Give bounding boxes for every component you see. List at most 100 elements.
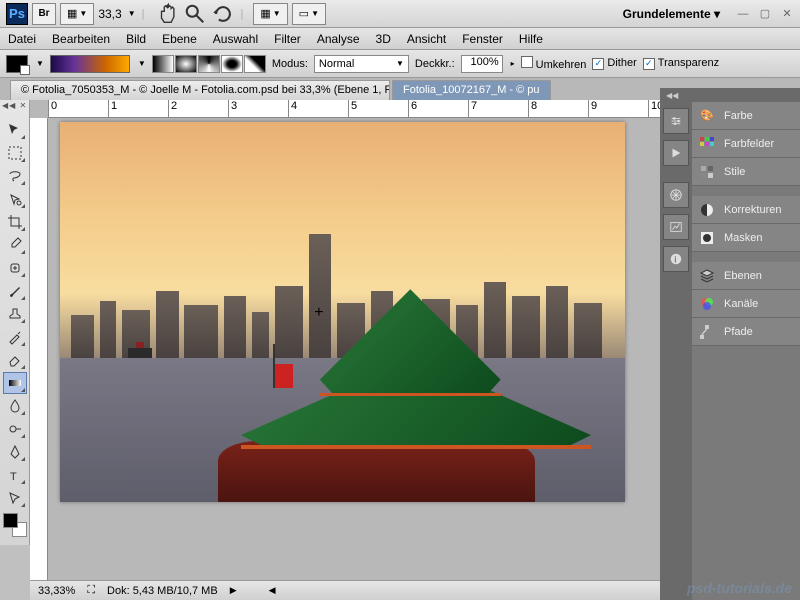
crosshair-cursor-icon: + — [314, 304, 323, 322]
reflected-gradient-button[interactable] — [221, 55, 243, 73]
ps-logo-icon: Ps — [6, 3, 28, 25]
masks-icon — [698, 229, 716, 247]
svg-text:T: T — [10, 471, 17, 483]
scroll-left-icon[interactable]: ◀ — [269, 585, 276, 596]
status-zoom[interactable]: 33,33% — [38, 585, 75, 597]
color-picker[interactable] — [3, 513, 27, 537]
menu-filter[interactable]: Filter — [274, 32, 301, 46]
toolbox: T — [0, 100, 30, 545]
zoom-tool-shortcut[interactable] — [184, 3, 206, 25]
zoom-level[interactable]: 33,3 — [98, 7, 121, 21]
radial-gradient-button[interactable] — [175, 55, 197, 73]
chevron-down-icon[interactable]: ▼ — [128, 9, 136, 18]
svg-text:i: i — [674, 255, 676, 266]
path-select-tool[interactable] — [3, 487, 27, 509]
panel-farbe[interactable]: 🎨Farbe — [692, 102, 800, 130]
panel-stile[interactable]: Stile — [692, 158, 800, 186]
menu-ansicht[interactable]: Ansicht — [407, 32, 446, 46]
navigator-shortcut-icon[interactable] — [663, 182, 689, 208]
adjustments-shortcut-icon[interactable] — [663, 108, 689, 134]
menu-3d[interactable]: 3D — [376, 32, 391, 46]
menu-bild[interactable]: Bild — [126, 32, 146, 46]
channels-icon — [698, 295, 716, 313]
bridge-button[interactable]: Br — [32, 3, 56, 25]
ruler-horizontal[interactable]: 01234567891011121314 — [48, 100, 660, 118]
palette-icon: 🎨 — [698, 107, 716, 125]
workspace-switcher[interactable]: Grundelemente ▾ — [615, 4, 728, 24]
fullscreen-icon[interactable]: ⛶ — [87, 584, 95, 597]
lasso-tool[interactable] — [3, 165, 27, 187]
move-tool[interactable] — [3, 119, 27, 141]
panel-ebenen[interactable]: Ebenen — [692, 262, 800, 290]
arrange-documents-button[interactable]: ▦ ▼ — [253, 3, 287, 25]
close-icon[interactable]: ✕ — [780, 7, 794, 21]
document-canvas[interactable]: + — [60, 122, 625, 502]
gradient-preview[interactable] — [50, 55, 130, 73]
transparency-checkbox[interactable]: ✓Transparenz — [643, 57, 719, 70]
eraser-tool[interactable] — [3, 349, 27, 371]
panel-pfade[interactable]: Pfade — [692, 318, 800, 346]
menu-bearbeiten[interactable]: Bearbeiten — [52, 32, 110, 46]
panel-list: 🎨Farbe Farbfelder Stile Korrekturen Mask… — [692, 102, 800, 346]
eyedropper-tool[interactable] — [3, 234, 27, 256]
linear-gradient-button[interactable] — [152, 55, 174, 73]
angle-gradient-button[interactable] — [198, 55, 220, 73]
gradient-type-group — [152, 55, 266, 73]
opacity-input[interactable]: 100% — [461, 55, 503, 73]
opacity-label: Deckkr.: — [415, 58, 455, 70]
rotate-view-shortcut[interactable] — [212, 3, 234, 25]
history-brush-tool[interactable] — [3, 326, 27, 348]
type-tool[interactable]: T — [3, 464, 27, 486]
adjustments-icon — [698, 201, 716, 219]
pen-tool[interactable] — [3, 441, 27, 463]
mode-label: Modus: — [272, 58, 308, 70]
collapse-icon[interactable]: ◀◀ — [666, 91, 678, 100]
document-tab-active[interactable]: © Fotolia_7050353_M - © Joelle M - Fotol… — [10, 80, 390, 100]
menu-auswahl[interactable]: Auswahl — [213, 32, 258, 46]
blend-mode-select[interactable]: Normal▼ — [314, 55, 409, 73]
menu-analyse[interactable]: Analyse — [317, 32, 360, 46]
brush-tool[interactable] — [3, 280, 27, 302]
options-bar: ▼ ▼ Modus: Normal▼ Deckkr.: 100%▸ Umkehr… — [0, 50, 800, 78]
panel-masken[interactable]: Masken — [692, 224, 800, 252]
hand-tool-shortcut[interactable] — [156, 3, 178, 25]
panel-kanaele[interactable]: Kanäle — [692, 290, 800, 318]
document-tab[interactable]: Fotolia_10072167_M - © pu — [392, 80, 551, 100]
quick-select-tool[interactable] — [3, 188, 27, 210]
menu-fenster[interactable]: Fenster — [462, 32, 503, 46]
status-doc-size[interactable]: Dok: 5,43 MB/10,7 MB — [107, 585, 218, 597]
titlebar: Ps Br ▦ ▼ 33,3▼ | | ▦ ▼ ▭ ▼ Grundelement… — [0, 0, 800, 28]
status-bar: 33,33% ⛶ Dok: 5,43 MB/10,7 MB ▶ ◀ — [30, 580, 660, 600]
panel-icon-column: i — [660, 102, 692, 600]
chevron-right-icon[interactable]: ▶ — [230, 585, 237, 596]
panel-korrekturen[interactable]: Korrekturen — [692, 196, 800, 224]
view-extras-button[interactable]: ▦ ▼ — [60, 3, 94, 25]
reverse-checkbox[interactable]: Umkehren — [521, 56, 587, 71]
screen-mode-button[interactable]: ▭ ▼ — [292, 3, 326, 25]
ruler-vertical[interactable] — [30, 118, 48, 580]
diamond-gradient-button[interactable] — [244, 55, 266, 73]
canvas-workspace: 01234567891011121314 — [30, 100, 660, 580]
marquee-tool[interactable] — [3, 142, 27, 164]
gradient-tool[interactable] — [3, 372, 27, 394]
menu-ebene[interactable]: Ebene — [162, 32, 197, 46]
panel-farbfelder[interactable]: Farbfelder — [692, 130, 800, 158]
histogram-shortcut-icon[interactable] — [663, 214, 689, 240]
menu-datei[interactable]: Datei — [8, 32, 36, 46]
crop-tool[interactable] — [3, 211, 27, 233]
menu-hilfe[interactable]: Hilfe — [519, 32, 543, 46]
stamp-tool[interactable] — [3, 303, 27, 325]
dodge-tool[interactable] — [3, 418, 27, 440]
actions-shortcut-icon[interactable] — [663, 140, 689, 166]
maximize-icon[interactable]: ▢ — [758, 7, 772, 21]
dither-checkbox[interactable]: ✓Dither — [592, 57, 636, 70]
tool-preset-picker[interactable] — [6, 55, 28, 73]
right-panel-dock: ◀◀ i 🎨Farbe Farbfelder Stile Korrekturen… — [660, 88, 800, 600]
blur-tool[interactable] — [3, 395, 27, 417]
swatches-icon — [698, 135, 716, 153]
healing-tool[interactable] — [3, 257, 27, 279]
watermark: psd-tutorials.de — [687, 580, 792, 596]
layers-icon — [698, 267, 716, 285]
info-shortcut-icon[interactable]: i — [663, 246, 689, 272]
minimize-icon[interactable]: — — [736, 7, 750, 21]
